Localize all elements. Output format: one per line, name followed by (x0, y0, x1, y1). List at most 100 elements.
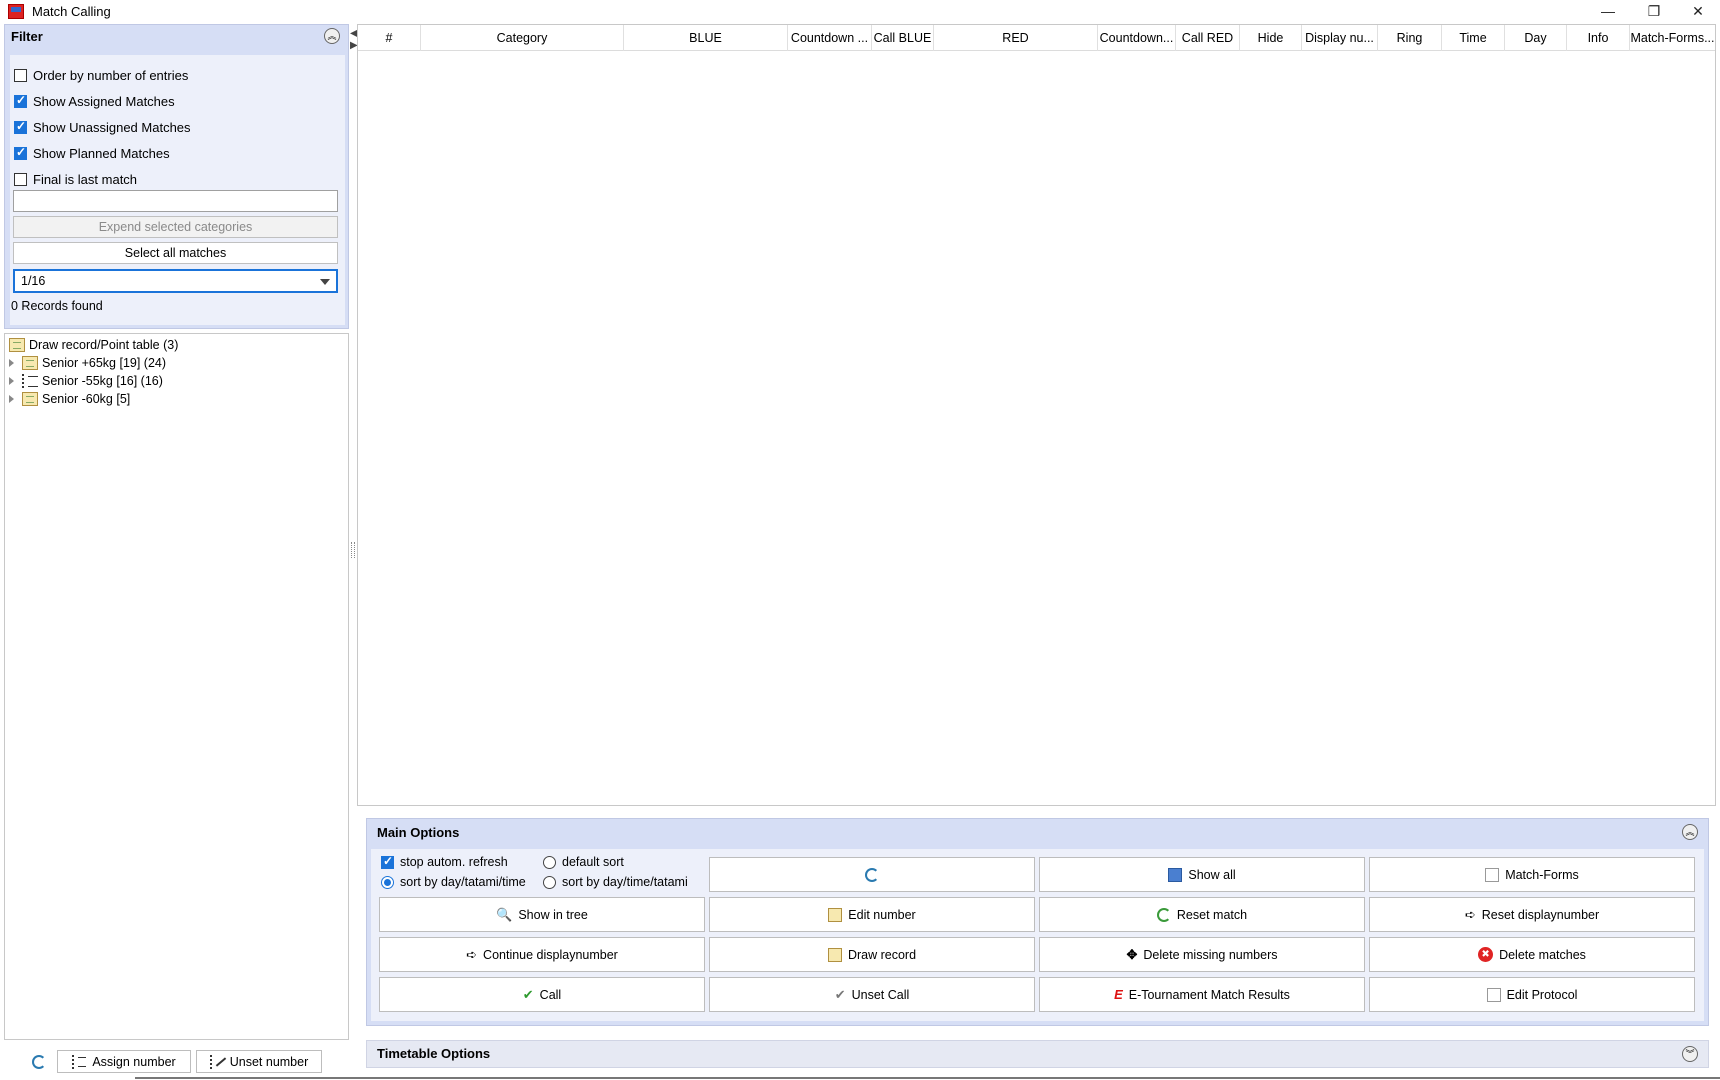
sort-day-time-tatami-radio[interactable]: sort by day/time/tatami (543, 873, 688, 891)
checkbox-box[interactable] (14, 68, 27, 82)
expand-arrow-icon[interactable] (9, 359, 14, 367)
draw-record-button[interactable]: Draw record (709, 937, 1035, 972)
final-is-last-checkbox[interactable]: Final is last match (14, 169, 137, 189)
filter-search-input[interactable] (13, 190, 338, 212)
tree-item-label: Senior +65kg [19] (24) (42, 356, 167, 370)
timetable-expand-button[interactable]: ︾ (1682, 1046, 1698, 1062)
continue-displaynumber-button[interactable]: ➪ Continue displaynumber (379, 937, 705, 972)
column-header-countdown-blue[interactable]: Countdown ... (788, 25, 872, 51)
checkbox-box[interactable] (381, 854, 394, 869)
edit-protocol-button[interactable]: Edit Protocol (1369, 977, 1695, 1012)
column-header-match-forms[interactable]: Match-Forms... (1630, 25, 1715, 51)
column-header-info[interactable]: Info (1567, 25, 1630, 51)
refresh-button[interactable] (709, 857, 1035, 892)
show-unassigned-checkbox[interactable]: Show Unassigned Matches (14, 117, 191, 137)
column-header-day[interactable]: Day (1505, 25, 1567, 51)
tree-item[interactable]: Senior -60kg [5] (9, 390, 130, 408)
checkbox-label: stop autom. refresh (400, 855, 508, 869)
reset-match-button[interactable]: Reset match (1039, 897, 1365, 932)
call-button[interactable]: ✔ Call (379, 977, 705, 1012)
tree-item[interactable]: Senior -55kg [16] (16) (9, 372, 163, 390)
list-icon (22, 374, 38, 388)
tree-refresh-button[interactable] (28, 1050, 50, 1073)
filter-collapse-button[interactable]: ︽ (324, 28, 340, 44)
refresh-icon (865, 867, 879, 882)
assign-number-button[interactable]: Assign number (57, 1050, 191, 1073)
e-tournament-label: E-Tournament Match Results (1128, 987, 1290, 1002)
radio-button[interactable] (543, 855, 556, 869)
unset-number-button[interactable]: Unset number (196, 1050, 322, 1073)
e-tournament-results-button[interactable]: E E-Tournament Match Results (1039, 977, 1365, 1012)
show-assigned-checkbox[interactable]: Show Assigned Matches (14, 91, 175, 111)
delete-matches-button[interactable]: ✖ Delete matches (1369, 937, 1695, 972)
app-logo-icon (8, 4, 24, 19)
delete-missing-numbers-label: Delete missing numbers (1143, 947, 1278, 962)
expend-categories-button[interactable]: Expend selected categories (13, 216, 338, 238)
tree-item-label: Senior -55kg [16] (16) (42, 374, 163, 388)
column-header-blue[interactable]: BLUE (624, 25, 788, 51)
column-header-call-red[interactable]: Call RED (1176, 25, 1240, 51)
default-sort-radio[interactable]: default sort (543, 853, 624, 871)
sort-day-tatami-time-radio[interactable]: sort by day/tatami/time (381, 873, 526, 891)
column-header-number[interactable]: # (358, 25, 421, 51)
records-found-label: 0 Records found (11, 299, 103, 313)
show-planned-checkbox[interactable]: Show Planned Matches (14, 143, 170, 163)
chevron-down-icon (320, 279, 330, 285)
splitter-grip[interactable] (351, 542, 355, 558)
draw-record-label: Draw record (847, 947, 917, 962)
numbered-list-icon (72, 1054, 87, 1069)
column-header-red[interactable]: RED (934, 25, 1098, 51)
main-options-panel: Main Options ︽ stop autom. refresh sort … (366, 818, 1709, 1026)
checkbox-box[interactable] (14, 93, 27, 108)
radio-button[interactable] (381, 875, 394, 889)
main-options-collapse-button[interactable]: ︽ (1682, 824, 1698, 840)
checkbox-label: Show Planned Matches (33, 145, 170, 161)
column-header-countdown-red[interactable]: Countdown... (1098, 25, 1176, 51)
tree-root[interactable]: Draw record/Point table (3) (9, 336, 178, 354)
category-tree: Draw record/Point table (3) Senior +65kg… (4, 333, 349, 1040)
delete-missing-numbers-button[interactable]: ✥ Delete missing numbers (1039, 937, 1365, 972)
column-header-call-blue[interactable]: Call BLUE (872, 25, 934, 51)
call-label: Call (539, 987, 562, 1002)
expand-arrow-icon[interactable] (9, 395, 14, 403)
close-button[interactable]: ✕ (1678, 0, 1718, 24)
stop-refresh-checkbox[interactable]: stop autom. refresh (381, 853, 508, 871)
order-by-entries-checkbox[interactable]: Order by number of entries (14, 65, 188, 85)
column-header-display-number[interactable]: Display nu... (1302, 25, 1378, 51)
expand-arrow-icon[interactable] (9, 377, 14, 385)
match-table[interactable]: # Category BLUE Countdown ... Call BLUE … (357, 24, 1716, 806)
restore-button[interactable]: ❐ (1634, 0, 1674, 24)
show-all-label: Show all (1188, 867, 1236, 882)
select-all-matches-button[interactable]: Select all matches (13, 242, 338, 264)
checkbox-box[interactable] (14, 119, 27, 134)
arrow-icon: ➪ (1464, 907, 1476, 922)
checkbox-box[interactable] (14, 172, 27, 186)
check-icon: ✔ (522, 987, 534, 1002)
column-header-time[interactable]: Time (1442, 25, 1505, 51)
draw-record-icon (827, 947, 842, 962)
radio-button[interactable] (543, 875, 556, 889)
unset-call-button[interactable]: ✔ Unset Call (709, 977, 1035, 1012)
tree-item[interactable]: Senior +65kg [19] (24) (9, 354, 166, 372)
arrow-right-icon: ➪ (466, 947, 478, 962)
checkbox-box[interactable] (14, 145, 27, 160)
show-in-tree-button[interactable]: 🔍 Show in tree (379, 897, 705, 932)
delete-matches-label: Delete matches (1499, 947, 1586, 962)
search-icon: 🔍 (496, 907, 513, 922)
unset-number-icon (209, 1054, 224, 1069)
match-forms-button[interactable]: Match-Forms (1369, 857, 1695, 892)
minimize-button[interactable]: — (1588, 0, 1628, 24)
timetable-options-panel[interactable]: Timetable Options ︾ (366, 1040, 1709, 1068)
checkbox-label: Order by number of entries (33, 67, 189, 83)
column-header-ring[interactable]: Ring (1378, 25, 1442, 51)
document-icon (1486, 987, 1501, 1002)
match-forms-label: Match-Forms (1505, 867, 1579, 882)
reset-displaynumber-button[interactable]: ➪ Reset displaynumber (1369, 897, 1695, 932)
column-header-hide[interactable]: Hide (1240, 25, 1302, 51)
unset-number-label: Unset number (229, 1054, 309, 1069)
radio-label: default sort (562, 855, 624, 869)
edit-number-button[interactable]: Edit number (709, 897, 1035, 932)
column-header-category[interactable]: Category (421, 25, 624, 51)
round-select[interactable]: 1/16 (13, 269, 338, 293)
show-all-button[interactable]: Show all (1039, 857, 1365, 892)
